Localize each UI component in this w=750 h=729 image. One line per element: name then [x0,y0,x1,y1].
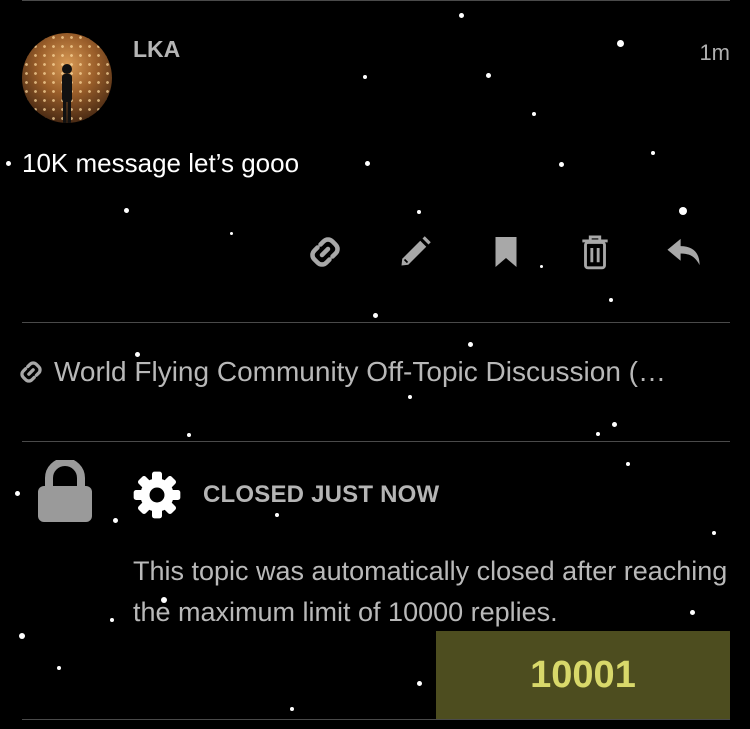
copy-link-button[interactable] [305,232,345,272]
link-divider [22,441,730,442]
person-silhouette-icon [62,64,72,123]
delete-button[interactable] [575,232,615,272]
bookmark-button[interactable] [486,232,526,272]
closed-notice-title: CLOSED JUST NOW [203,481,440,508]
avatar[interactable] [22,33,112,123]
bookmark-icon [495,237,517,267]
post-actions [0,232,750,276]
closed-notice-description: This topic was automatically closed afte… [133,556,728,627]
gear-icon [133,471,181,519]
bottom-divider [22,719,730,720]
username[interactable]: LKA [133,36,180,63]
post-counter-value: 10001 [530,653,636,696]
top-divider [22,0,730,1]
post-message: 10K message let’s gooo [22,148,300,178]
linked-topic-link[interactable]: World Flying Community Off-Topic Discuss… [18,356,666,388]
edit-button[interactable] [395,232,435,272]
pencil-icon [401,236,431,266]
linked-topic-title: World Flying Community Off-Topic Discuss… [54,356,667,387]
link-icon [310,237,340,267]
post-timestamp[interactable]: 1m [699,40,730,66]
link-icon [20,361,42,383]
trash-icon [582,235,608,270]
lock-icon [38,460,92,522]
post-counter-badge: 10001 [436,631,730,719]
reply-button[interactable] [665,232,705,272]
post-divider [22,322,730,323]
reply-icon [667,238,700,266]
